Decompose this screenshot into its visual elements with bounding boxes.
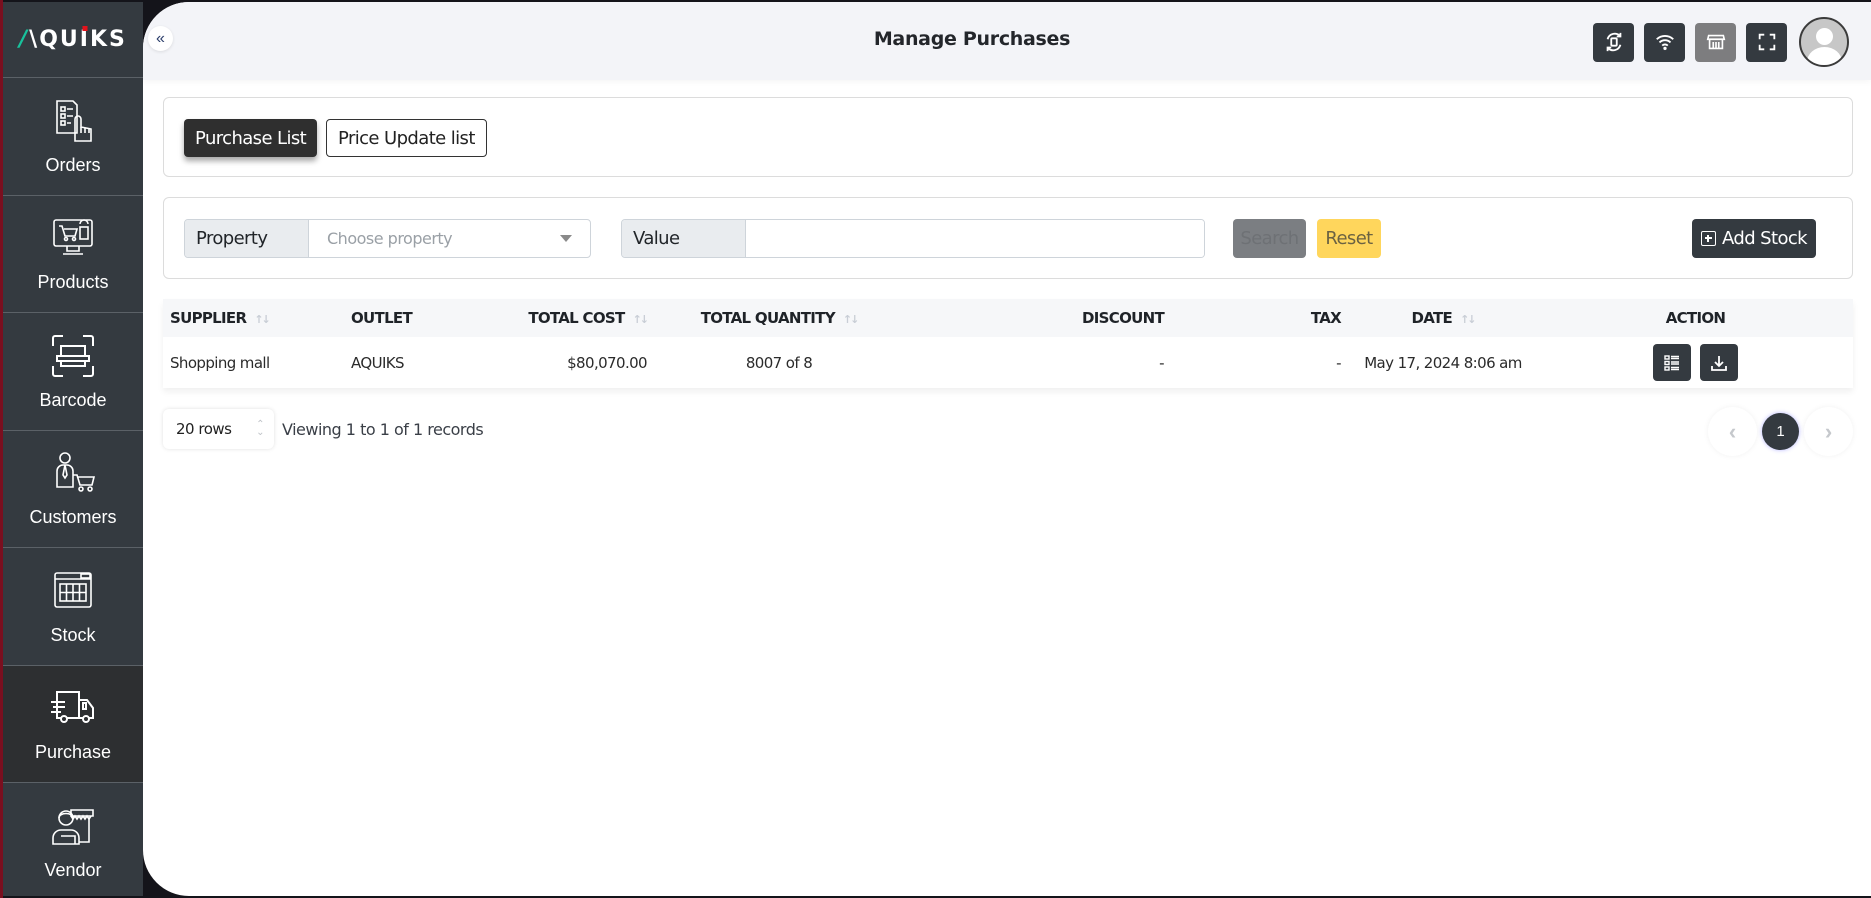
cell-discount: - [1159, 353, 1164, 372]
column-header-tax: TAX [1310, 309, 1342, 327]
sort-icon[interactable]: ↑↓ [843, 313, 860, 326]
details-icon [1664, 354, 1680, 371]
wifi-button[interactable] [1644, 22, 1685, 62]
rows-per-page-value: 20 rows [176, 420, 232, 438]
next-page-button[interactable]: › [1804, 407, 1853, 456]
download-icon [1710, 355, 1727, 371]
fullscreen-button[interactable] [1746, 22, 1787, 62]
table-row[interactable]: Shopping mall AQUIKS $80,070.00 8007 of … [163, 337, 1853, 388]
column-header-total-cost[interactable]: TOTAL COST ↑↓ [484, 299, 654, 337]
sidebar-item-label: Vendor [44, 859, 102, 880]
cell-total-cost: $80,070.00 [567, 353, 647, 372]
vendor-icon [52, 808, 94, 845]
property-select[interactable]: Choose property [309, 220, 590, 257]
sidebar-item-label: Customers [29, 507, 117, 528]
cell-actions [1538, 337, 1853, 388]
orders-icon [56, 99, 92, 142]
add-stock-label: Add Stock [1722, 228, 1808, 249]
sort-icon[interactable]: ↑↓ [254, 313, 271, 326]
products-icon [53, 219, 93, 256]
sidebar-item-label: Products [37, 272, 109, 293]
customer-cart-icon [56, 452, 96, 493]
tab-purchase-list[interactable]: Purchase List [184, 119, 318, 157]
sort-icon[interactable]: ↑↓ [1460, 313, 1477, 326]
sync-button[interactable] [1593, 22, 1634, 62]
delivery-truck-icon [51, 691, 94, 724]
barcode-scan-icon [52, 334, 94, 377]
value-input[interactable] [746, 220, 1204, 257]
brand-logo[interactable]: / \QU I KS [3, 2, 143, 77]
stock-icon [54, 571, 92, 608]
sidebar-item-label: Orders [45, 154, 101, 175]
wifi-icon [1655, 35, 1674, 51]
column-header-discount: DISCOUNT [1082, 309, 1165, 327]
column-header-supplier[interactable]: SUPPLIER ↑↓ [163, 299, 344, 337]
sidebar-item-customers[interactable]: Customers [3, 429, 143, 548]
column-header-outlet: OUTLET [351, 309, 413, 327]
tab-price-update-list[interactable]: Price Update list [326, 119, 487, 157]
property-filter: Property Choose property [184, 219, 591, 258]
caret-down-icon [560, 235, 572, 242]
sync-icon [1606, 32, 1621, 52]
plus-square-icon [1701, 231, 1716, 246]
prev-page-button[interactable]: ‹ [1708, 407, 1757, 456]
cell-total-quantity: 8007 of 8 [745, 353, 813, 372]
records-summary: Viewing 1 to 1 of 1 records [282, 420, 484, 439]
reset-button[interactable]: Reset [1317, 219, 1381, 258]
user-avatar[interactable] [1799, 17, 1849, 67]
value-filter: Value [621, 219, 1205, 258]
main-content: « Manage Purchases Purchase List Price U… [143, 2, 1871, 896]
rows-per-page-select[interactable]: 20 rows ⌃ ⌄ [163, 409, 274, 449]
sidebar-item-products[interactable]: Products [3, 194, 143, 313]
pagination: ‹ 1 › [1708, 407, 1853, 456]
cell-outlet: AQUIKS [351, 353, 405, 372]
property-label: Property [185, 220, 309, 257]
header-actions [1593, 17, 1849, 67]
cell-supplier: Shopping mall [170, 353, 270, 372]
table-footer: 20 rows ⌃ ⌄ Viewing 1 to 1 of 1 records ‹… [163, 407, 1853, 456]
sort-icon[interactable]: ↑↓ [633, 313, 650, 326]
value-label: Value [622, 220, 746, 257]
download-button[interactable] [1699, 344, 1738, 381]
view-details-button[interactable] [1653, 344, 1692, 381]
sidebar-item-label: Stock [50, 624, 96, 645]
sidebar-item-vendor[interactable]: Vendor [3, 782, 143, 898]
sidebar-item-stock[interactable]: Stock [3, 547, 143, 665]
column-header-date[interactable]: DATE ↑↓ [1348, 299, 1538, 337]
page-title: Manage Purchases [873, 28, 1071, 50]
view-tabs-card: Purchase List Price Update list [163, 97, 1853, 177]
sidebar-item-orders[interactable]: Orders [3, 77, 143, 195]
sidebar-item-label: Purchase [34, 742, 112, 763]
cell-tax: - [1336, 353, 1341, 372]
property-placeholder: Choose property [327, 229, 453, 248]
sidebar-item-barcode[interactable]: Barcode [3, 312, 143, 430]
sidebar: / \QU I KS Orders Products Barcode Customer… [3, 2, 143, 896]
sidebar-item-label: Barcode [39, 389, 107, 410]
fullscreen-icon [1758, 33, 1775, 51]
search-button[interactable]: Search [1233, 219, 1306, 258]
column-header-action: ACTION [1665, 309, 1726, 327]
filter-card: Property Choose property Value Search Re… [163, 197, 1853, 279]
store-button[interactable] [1695, 22, 1736, 62]
purchases-table: SUPPLIER ↑↓ OUTLET TOTAL COST ↑↓ TOTAL QUA… [163, 299, 1853, 388]
select-updown-icon: ⌃ ⌄ [256, 419, 264, 438]
top-header: « Manage Purchases [143, 2, 1871, 80]
store-icon [1706, 34, 1725, 50]
page-1-button[interactable]: 1 [1762, 413, 1799, 450]
table-header-row: SUPPLIER ↑↓ OUTLET TOTAL COST ↑↓ TOTAL QUA… [163, 299, 1853, 337]
add-stock-button[interactable]: Add Stock [1692, 219, 1816, 258]
column-header-total-quantity[interactable]: TOTAL QUANTITY ↑↓ [654, 299, 904, 337]
sidebar-item-purchase[interactable]: Purchase [3, 664, 143, 782]
cell-date: May 17, 2024 8:06 am [1364, 353, 1522, 372]
